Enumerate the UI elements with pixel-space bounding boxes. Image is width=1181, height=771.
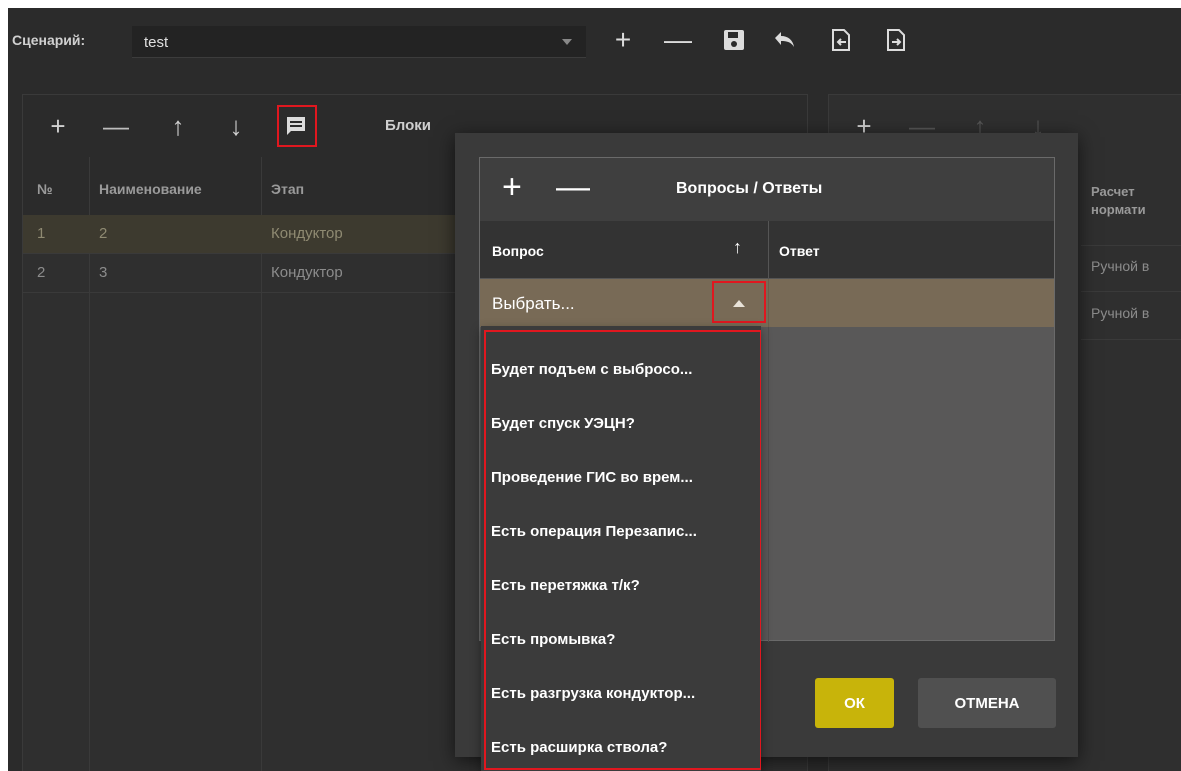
question-select-value[interactable]: Выбрать... (492, 294, 575, 314)
row-number: 2 (37, 264, 46, 281)
undo-icon[interactable] (771, 26, 797, 54)
row-stage: Кондуктор (271, 264, 343, 281)
norm-calc-cell: Ручной в (1091, 258, 1150, 274)
scenario-label: Сценарий: (12, 32, 86, 48)
cancel-button[interactable]: ОТМЕНА (918, 678, 1056, 728)
norm-calc-cell: Ручной в (1091, 305, 1150, 321)
qa-table-header: Вопрос ↑ Ответ (480, 221, 1054, 279)
column-divider (768, 279, 769, 327)
ok-button[interactable]: ОК (815, 678, 894, 728)
save-icon[interactable] (721, 26, 747, 54)
sort-arrow-icon[interactable]: ↑ (733, 237, 742, 258)
norm-calc-header: Расчет нормати (1091, 183, 1146, 219)
app-window: Сценарий: test + — + — ↑ ↓ Блоки № Наиме… (8, 8, 1181, 771)
import-icon[interactable] (828, 26, 854, 54)
minus-icon[interactable]: — (556, 168, 590, 207)
row-divider (1081, 245, 1181, 246)
plus-icon[interactable]: + (43, 111, 73, 141)
scenario-value: test (144, 34, 169, 51)
col-question[interactable]: Вопрос (492, 243, 544, 259)
arrow-down-icon[interactable]: ↓ (221, 111, 251, 141)
row-name: 2 (99, 225, 108, 242)
plus-icon[interactable]: + (502, 168, 522, 207)
chevron-down-icon (562, 39, 572, 45)
question-select-row[interactable]: Выбрать... (480, 279, 1054, 327)
col-number: № (37, 181, 53, 197)
comment-icon-highlight (277, 105, 317, 147)
norm-calc-header-line2: нормати (1091, 202, 1146, 217)
plus-icon[interactable]: + (610, 26, 636, 54)
dropdown-toggle-highlight (712, 281, 766, 323)
dropdown-highlight (484, 330, 761, 770)
col-name: Наименование (99, 181, 202, 197)
column-divider (768, 327, 769, 642)
row-number: 1 (37, 225, 46, 242)
question-dropdown-list: Будет подъем с выбросо... Будет спуск УЭ… (481, 326, 761, 771)
norm-calc-header-line1: Расчет (1091, 184, 1135, 199)
dialog-title: Вопросы / Ответы (676, 180, 823, 197)
col-stage: Этап (271, 181, 305, 197)
row-stage: Кондуктор (271, 225, 343, 242)
minus-icon[interactable]: — (664, 26, 692, 54)
scenario-select[interactable]: test (132, 26, 586, 58)
blocks-title: Блоки (385, 117, 432, 134)
col-answer[interactable]: Ответ (779, 243, 820, 259)
top-toolbar: Сценарий: test + — (8, 8, 1181, 78)
arrow-up-icon[interactable]: ↑ (163, 111, 193, 141)
minus-icon[interactable]: — (101, 111, 131, 141)
row-divider (1081, 339, 1181, 340)
export-icon[interactable] (883, 26, 909, 54)
qa-toolbar: + — Вопросы / Ответы (480, 158, 1054, 222)
row-divider (1081, 291, 1181, 292)
row-name: 3 (99, 264, 108, 281)
column-divider (768, 221, 769, 278)
